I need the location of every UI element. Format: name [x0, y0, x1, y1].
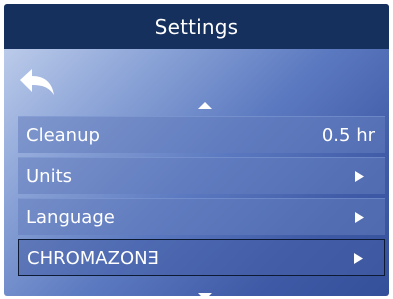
- menu-item-language[interactable]: Language: [18, 198, 385, 235]
- back-button[interactable]: [18, 67, 58, 99]
- back-arrow-icon: [20, 69, 54, 95]
- settings-screen: Settings Cleanup 0.5 hr Units Language C…: [4, 4, 389, 296]
- scroll-up-button[interactable]: [196, 95, 214, 109]
- caret-up-icon: [198, 102, 212, 109]
- menu-item-value: 0.5 hr: [321, 125, 375, 146]
- caret-down-icon: [198, 293, 212, 296]
- menu-item-label: Cleanup: [26, 125, 100, 146]
- title-bar: Settings: [4, 4, 389, 49]
- page-title: Settings: [154, 14, 239, 39]
- scroll-down-button[interactable]: [196, 287, 214, 296]
- menu-item-cleanup[interactable]: Cleanup 0.5 hr: [18, 116, 385, 153]
- menu-item-units[interactable]: Units: [18, 157, 385, 194]
- menu-item-label: CHROMAZONƎ: [27, 248, 159, 269]
- chevron-right-icon: [355, 171, 364, 182]
- chevron-right-icon: [354, 253, 363, 264]
- menu-item-label: Language: [26, 207, 115, 228]
- chevron-right-icon: [355, 212, 364, 223]
- menu-item-label: Units: [26, 166, 73, 187]
- menu-item-chromazone[interactable]: CHROMAZONƎ: [18, 239, 385, 276]
